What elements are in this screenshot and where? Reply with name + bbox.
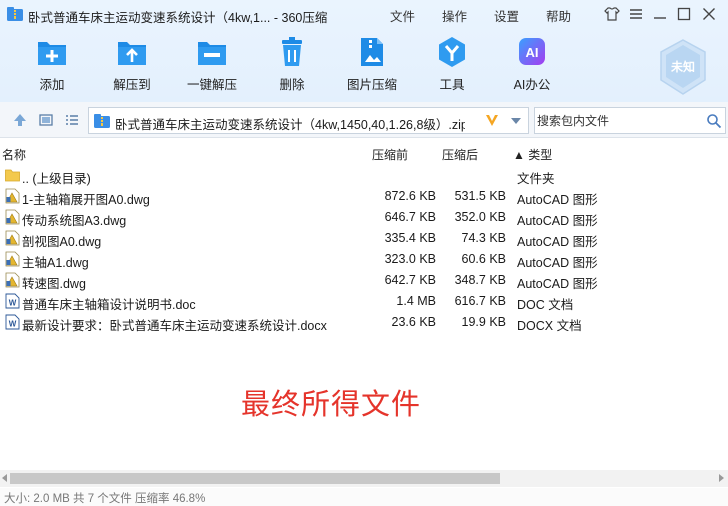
- folder-icon: [5, 169, 20, 182]
- checkmark-v-icon[interactable]: [484, 112, 500, 128]
- column-header: 名称 压缩前 压缩后 ▲ 类型: [0, 143, 728, 165]
- trash-icon: [282, 37, 302, 66]
- horizontal-scrollbar[interactable]: [0, 470, 728, 487]
- file-row-parent[interactable]: .. (上级目录) 文件夹: [0, 165, 728, 186]
- menu-list-icon[interactable]: [627, 5, 645, 23]
- menu-operate[interactable]: 操作: [442, 6, 467, 25]
- toolbar: 添加 解压到 一键解压 删除 图片压缩 工具 AI AI办公: [0, 36, 640, 96]
- ai-office-button[interactable]: AI AI办公: [496, 36, 568, 94]
- window-title: 卧式普通车床主运动变速系统设计（4kw,1... - 360压缩: [28, 11, 328, 25]
- image-compress-icon: [361, 38, 383, 66]
- file-row[interactable]: 转速图.dwg 642.7 KB 348.7 KB AutoCAD 图形: [0, 270, 728, 291]
- col-compressed[interactable]: 压缩后: [442, 146, 478, 163]
- svg-text:W: W: [9, 299, 17, 308]
- archive-path: 卧式普通车床主运动变速系统设计（4kw,1450,40,1.26,8级）.zip…: [115, 118, 465, 132]
- menu-settings[interactable]: 设置: [494, 6, 519, 25]
- svg-text:W: W: [9, 320, 17, 329]
- ai-office-icon: AI: [519, 38, 545, 65]
- one-click-extract-icon: [198, 42, 226, 65]
- up-arrow-icon[interactable]: [12, 112, 28, 128]
- search-box[interactable]: [534, 107, 726, 134]
- extract-to-button[interactable]: 解压到: [96, 36, 168, 94]
- overlay-caption: 最终所得文件: [241, 389, 422, 421]
- file-row[interactable]: 剖视图A0.dwg 335.4 KB 74.3 KB AutoCAD 图形: [0, 228, 728, 249]
- skin-shirt-icon[interactable]: [603, 5, 621, 23]
- dwg-file-icon: [5, 188, 20, 204]
- tools-icon: [439, 37, 465, 67]
- title-bar: 卧式普通车床主运动变速系统设计（4kw,1... - 360压缩 文件 操作 设…: [0, 0, 728, 28]
- status-text: 大小: 2.0 MB 共 7 个文件 压缩率 46.8%: [4, 493, 206, 505]
- doc-file-icon: W: [5, 293, 20, 309]
- thumbnail-view-icon[interactable]: [38, 112, 54, 128]
- image-compress-button[interactable]: 图片压缩: [336, 36, 408, 94]
- svg-text:AI: AI: [526, 45, 539, 60]
- docx-file-icon: W: [5, 314, 20, 330]
- add-icon: [38, 42, 66, 65]
- file-row[interactable]: W 最新设计要求：卧式普通车床主运动变速系统设计.docx 23.6 KB 19…: [0, 312, 728, 333]
- search-icon[interactable]: [706, 113, 722, 129]
- file-row[interactable]: 1-主轴箱展开图A0.dwg 872.6 KB 531.5 KB AutoCAD…: [0, 186, 728, 207]
- menu-file[interactable]: 文件: [390, 6, 415, 25]
- col-type[interactable]: ▲ 类型: [513, 146, 552, 163]
- one-click-extract-button[interactable]: 一键解压: [176, 36, 248, 94]
- list-view-icon[interactable]: [64, 112, 80, 128]
- tools-button[interactable]: 工具: [416, 36, 488, 94]
- window-header: 卧式普通车床主运动变速系统设计（4kw,1... - 360压缩 文件 操作 设…: [0, 0, 728, 102]
- file-row[interactable]: 主轴A1.dwg 323.0 KB 60.6 KB AutoCAD 图形: [0, 249, 728, 270]
- delete-button[interactable]: 删除: [256, 36, 328, 94]
- minimize-icon[interactable]: [651, 5, 669, 23]
- add-button[interactable]: 添加: [16, 36, 88, 94]
- scrollbar-thumb[interactable]: [10, 473, 500, 484]
- svg-text:未知: 未知: [670, 59, 695, 74]
- zip-file-icon: [94, 114, 110, 128]
- scroll-left-icon[interactable]: [0, 473, 10, 483]
- file-row[interactable]: W 普通车床主轴箱设计说明书.doc 1.4 MB 616.7 KB DOC 文…: [0, 291, 728, 312]
- search-input[interactable]: [535, 108, 700, 133]
- extract-to-icon: [118, 42, 146, 65]
- dwg-file-icon: [5, 230, 20, 246]
- dwg-file-icon: [5, 209, 20, 225]
- file-row[interactable]: 传动系统图A3.dwg 646.7 KB 352.0 KB AutoCAD 图形: [0, 207, 728, 228]
- zip-app-icon: [7, 7, 23, 21]
- status-bar: 大小: 2.0 MB 共 7 个文件 压缩率 46.8%: [0, 488, 728, 506]
- col-name[interactable]: 名称: [2, 146, 26, 163]
- close-icon[interactable]: [700, 5, 718, 23]
- address-bar[interactable]: 卧式普通车床主运动变速系统设计（4kw,1450,40,1.26,8级）.zip…: [88, 107, 529, 134]
- menu-help[interactable]: 帮助: [546, 6, 571, 25]
- col-size[interactable]: 压缩前: [372, 146, 408, 163]
- maximize-icon[interactable]: [675, 5, 693, 23]
- address-row: 卧式普通车床主运动变速系统设计（4kw,1450,40,1.26,8级）.zip…: [0, 102, 728, 138]
- unknown-status-badge[interactable]: 未知: [657, 38, 709, 96]
- scroll-right-icon[interactable]: [716, 473, 726, 483]
- dwg-file-icon: [5, 251, 20, 267]
- dwg-file-icon: [5, 272, 20, 288]
- chevron-down-icon[interactable]: [509, 114, 523, 128]
